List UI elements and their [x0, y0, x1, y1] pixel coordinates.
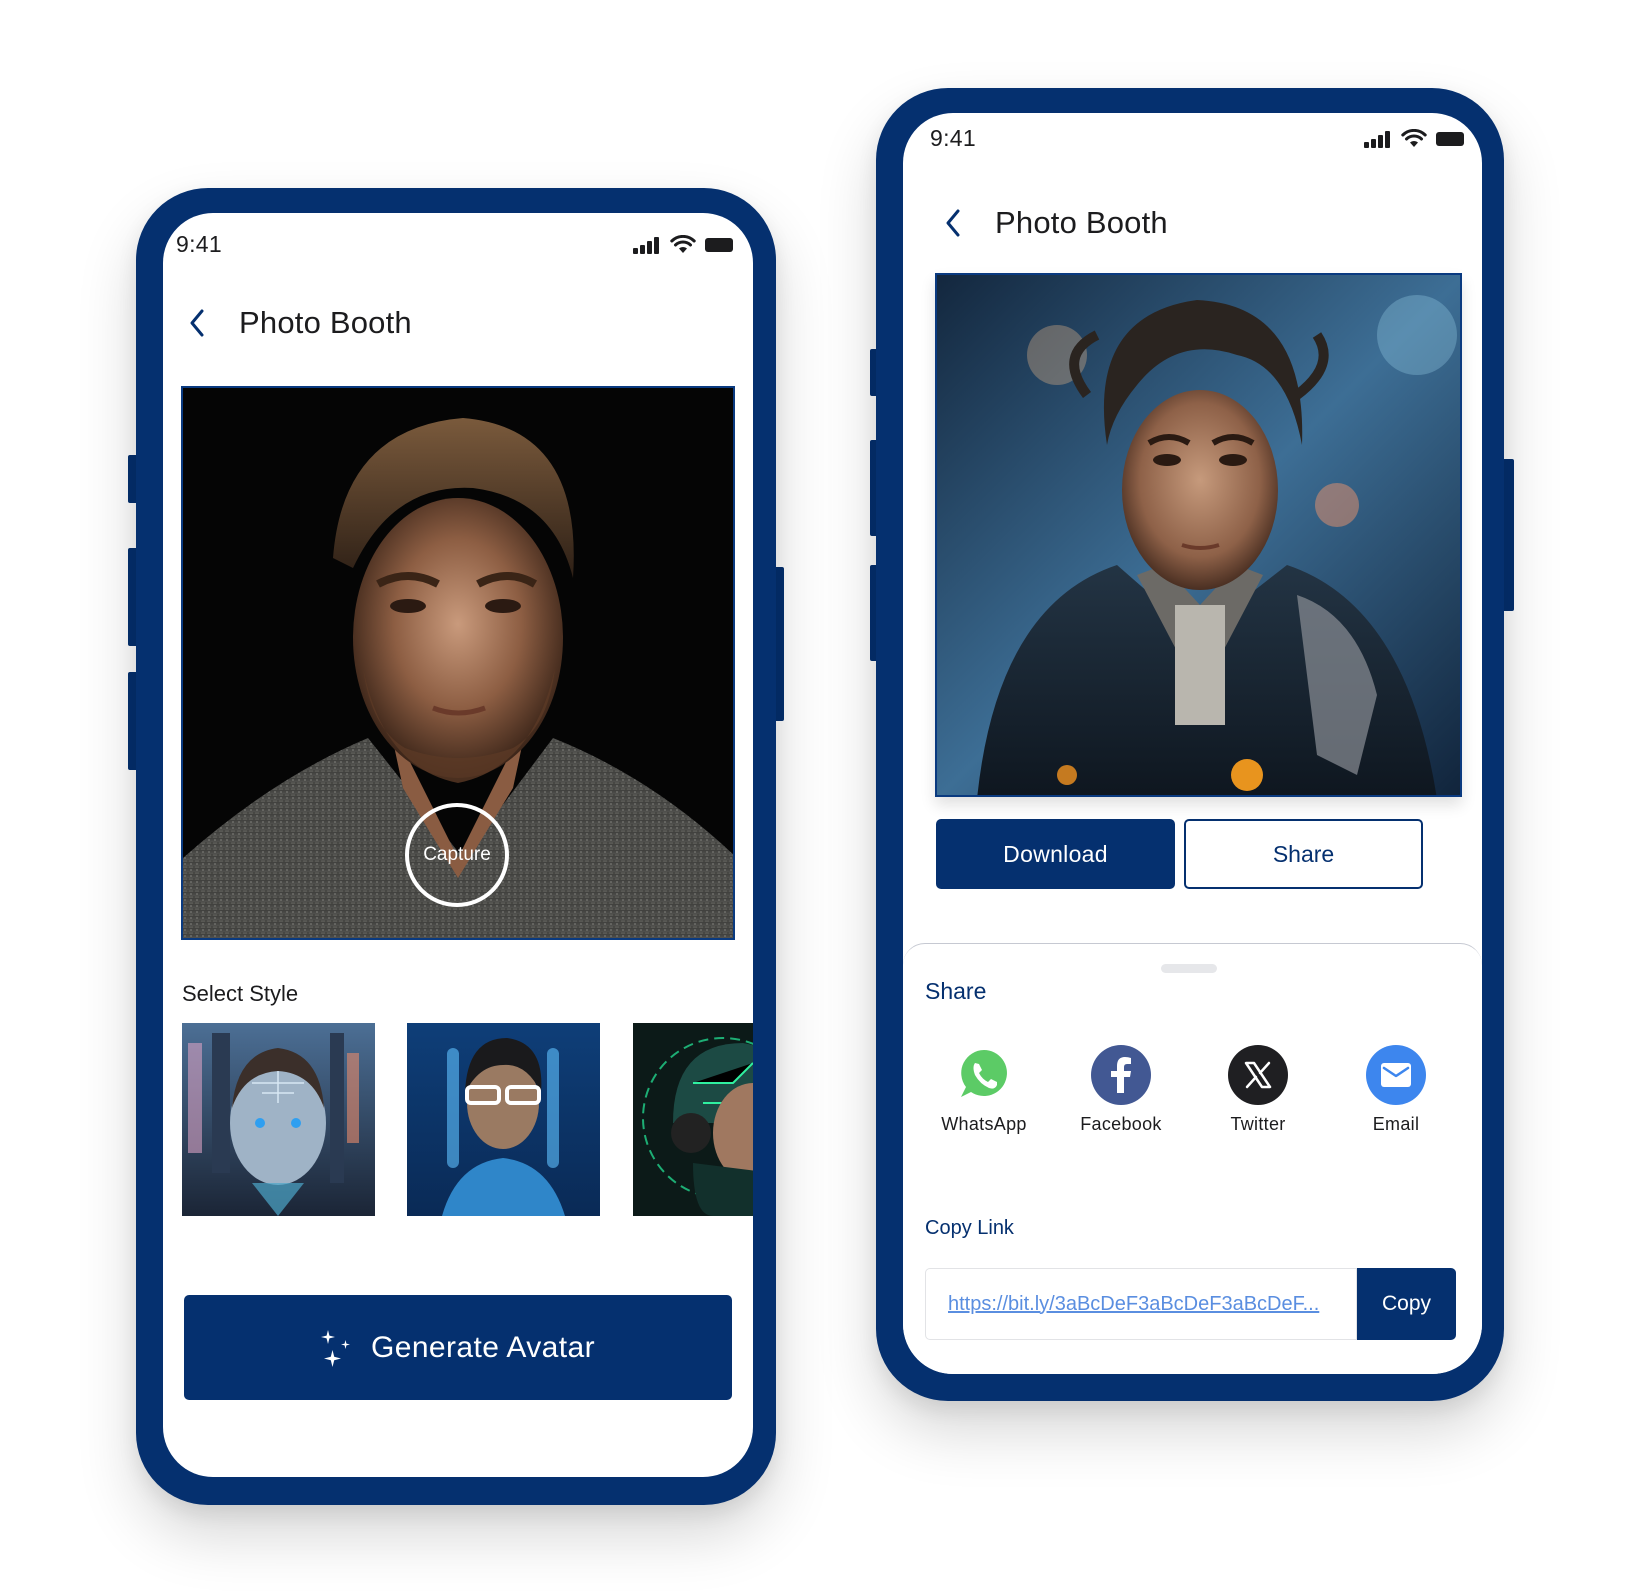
- share-twitter[interactable]: Twitter: [1198, 1045, 1318, 1135]
- page-title: Photo Booth: [239, 305, 412, 340]
- style-option-neon-glasses-man[interactable]: [407, 1023, 600, 1216]
- back-button[interactable]: [939, 206, 967, 240]
- style-thumbnail-image: [407, 1023, 600, 1216]
- share-email-label: Email: [1372, 1114, 1420, 1134]
- sheet-drag-handle[interactable]: [1161, 964, 1217, 973]
- status-icons: [1364, 129, 1466, 148]
- battery-icon: [705, 237, 733, 252]
- generate-avatar-button[interactable]: Generate Avatar: [184, 1295, 732, 1400]
- share-button[interactable]: Share: [1184, 819, 1423, 889]
- page-title: Photo Booth: [995, 205, 1168, 240]
- style-option-green-circuit-woman[interactable]: [633, 1023, 753, 1216]
- battery-icon: [1436, 131, 1464, 146]
- capture-screen: 9:41 Photo Booth Capture Select Style Ge…: [163, 213, 753, 1477]
- right-phone-frame: 9:41 Photo Booth Download Share Share Wh…: [876, 88, 1504, 1401]
- status-icons: [633, 235, 735, 254]
- style-option-cyborg-city-woman[interactable]: [182, 1023, 375, 1216]
- signal-icon: [1364, 130, 1390, 148]
- result-screen: 9:41 Photo Booth Download Share Share Wh…: [903, 113, 1482, 1374]
- x-twitter-icon: [1228, 1045, 1288, 1105]
- whatsapp-icon: [954, 1045, 1014, 1105]
- sparkles-icon: [321, 1329, 351, 1367]
- header: Photo Booth: [939, 205, 1168, 241]
- facebook-icon: [1091, 1045, 1151, 1105]
- share-facebook-label: Facebook: [1080, 1114, 1162, 1134]
- chevron-left-icon: [946, 209, 960, 237]
- email-icon: [1366, 1045, 1426, 1105]
- generate-avatar-label: Generate Avatar: [371, 1330, 595, 1364]
- share-email[interactable]: Email: [1336, 1045, 1456, 1135]
- chevron-left-icon: [190, 309, 204, 337]
- style-thumbnail-image: [182, 1023, 375, 1216]
- share-twitter-label: Twitter: [1230, 1114, 1286, 1134]
- share-link-field[interactable]: https://bit.ly/3aBcDeF3aBcDeF3aBcDeF...: [925, 1268, 1357, 1340]
- copy-link-button[interactable]: Copy: [1357, 1268, 1456, 1340]
- capture-label: Capture: [423, 844, 491, 865]
- wifi-icon: [1401, 129, 1427, 147]
- share-facebook[interactable]: Facebook: [1061, 1045, 1181, 1135]
- status-time: 9:41: [176, 231, 222, 257]
- style-thumbnail-image: [633, 1023, 753, 1216]
- wifi-icon: [670, 235, 696, 253]
- select-style-label: Select Style: [182, 981, 299, 1006]
- left-phone-frame: 9:41 Photo Booth Capture Select Style Ge…: [136, 188, 776, 1505]
- generated-avatar-image: [937, 275, 1460, 795]
- share-sheet: Share WhatsApp Facebook Twitter Email Co…: [903, 943, 1482, 1374]
- header: Photo Booth: [183, 305, 412, 341]
- back-button[interactable]: [183, 306, 211, 340]
- share-link-url[interactable]: https://bit.ly/3aBcDeF3aBcDeF3aBcDeF...: [948, 1293, 1319, 1316]
- share-whatsapp[interactable]: WhatsApp: [924, 1045, 1044, 1135]
- camera-preview: Capture: [181, 386, 735, 940]
- copy-link-label: Copy Link: [925, 1217, 1014, 1239]
- share-whatsapp-label: WhatsApp: [941, 1114, 1027, 1134]
- signal-icon: [633, 236, 659, 254]
- status-time: 9:41: [930, 125, 976, 151]
- download-button[interactable]: Download: [936, 819, 1175, 889]
- share-sheet-title: Share: [925, 978, 987, 1004]
- capture-button[interactable]: Capture: [405, 803, 509, 907]
- generated-avatar: [935, 273, 1462, 797]
